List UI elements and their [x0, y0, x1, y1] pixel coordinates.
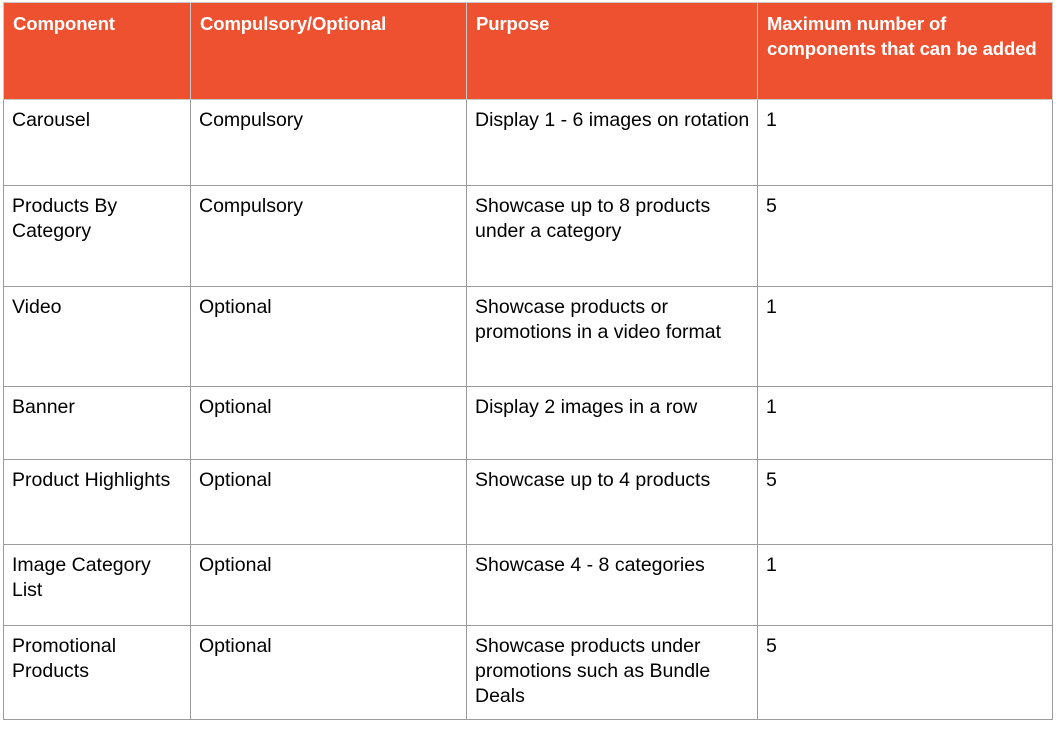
- cell-component: Product Highlights: [3, 459, 191, 545]
- cell-compulsory-optional: Optional: [190, 625, 467, 720]
- table-row: Products By Category Compulsory Showcase…: [3, 185, 1053, 287]
- cell-maximum-number: 1: [757, 386, 1053, 460]
- cell-component: Products By Category: [3, 185, 191, 287]
- cell-component: Carousel: [3, 99, 191, 186]
- cell-component: Banner: [3, 386, 191, 460]
- table-row: Product Highlights Optional Showcase up …: [3, 459, 1053, 545]
- cell-compulsory-optional: Compulsory: [190, 99, 467, 186]
- cell-purpose: Showcase up to 8 products under a catego…: [466, 185, 758, 287]
- table-body: Carousel Compulsory Display 1 - 6 images…: [3, 99, 1053, 720]
- cell-purpose: Showcase products under promotions such …: [466, 625, 758, 720]
- cell-purpose: Showcase products or promotions in a vid…: [466, 286, 758, 387]
- cell-component: Video: [3, 286, 191, 387]
- cell-compulsory-optional: Optional: [190, 386, 467, 460]
- table-row: Image Category List Optional Showcase 4 …: [3, 544, 1053, 626]
- column-header-maximum-number: Maximum number of components that can be…: [757, 2, 1053, 100]
- cell-purpose: Display 1 - 6 images on rotation: [466, 99, 758, 186]
- cell-purpose: Display 2 images in a row: [466, 386, 758, 460]
- cell-compulsory-optional: Optional: [190, 544, 467, 626]
- cell-maximum-number: 5: [757, 625, 1053, 720]
- column-header-component: Component: [3, 2, 191, 100]
- cell-purpose: Showcase 4 - 8 categories: [466, 544, 758, 626]
- cell-compulsory-optional: Optional: [190, 459, 467, 545]
- component-specification-table: Component Compulsory/Optional Purpose Ma…: [3, 2, 1053, 720]
- table-row: Promotional Products Optional Showcase p…: [3, 625, 1053, 720]
- document-canvas: Component Compulsory/Optional Purpose Ma…: [0, 0, 1058, 743]
- table-header-row: Component Compulsory/Optional Purpose Ma…: [3, 2, 1053, 100]
- cell-maximum-number: 5: [757, 459, 1053, 545]
- cell-maximum-number: 1: [757, 544, 1053, 626]
- table-row: Video Optional Showcase products or prom…: [3, 286, 1053, 387]
- cell-component: Image Category List: [3, 544, 191, 626]
- cell-compulsory-optional: Optional: [190, 286, 467, 387]
- table-header: Component Compulsory/Optional Purpose Ma…: [3, 2, 1053, 100]
- cell-maximum-number: 1: [757, 286, 1053, 387]
- cell-maximum-number: 5: [757, 185, 1053, 287]
- cell-purpose: Showcase up to 4 products: [466, 459, 758, 545]
- table-row: Carousel Compulsory Display 1 - 6 images…: [3, 99, 1053, 186]
- cell-maximum-number: 1: [757, 99, 1053, 186]
- column-header-purpose: Purpose: [466, 2, 758, 100]
- cell-component: Promotional Products: [3, 625, 191, 720]
- cell-compulsory-optional: Compulsory: [190, 185, 467, 287]
- table-row: Banner Optional Display 2 images in a ro…: [3, 386, 1053, 460]
- column-header-compulsory-optional: Compulsory/Optional: [190, 2, 467, 100]
